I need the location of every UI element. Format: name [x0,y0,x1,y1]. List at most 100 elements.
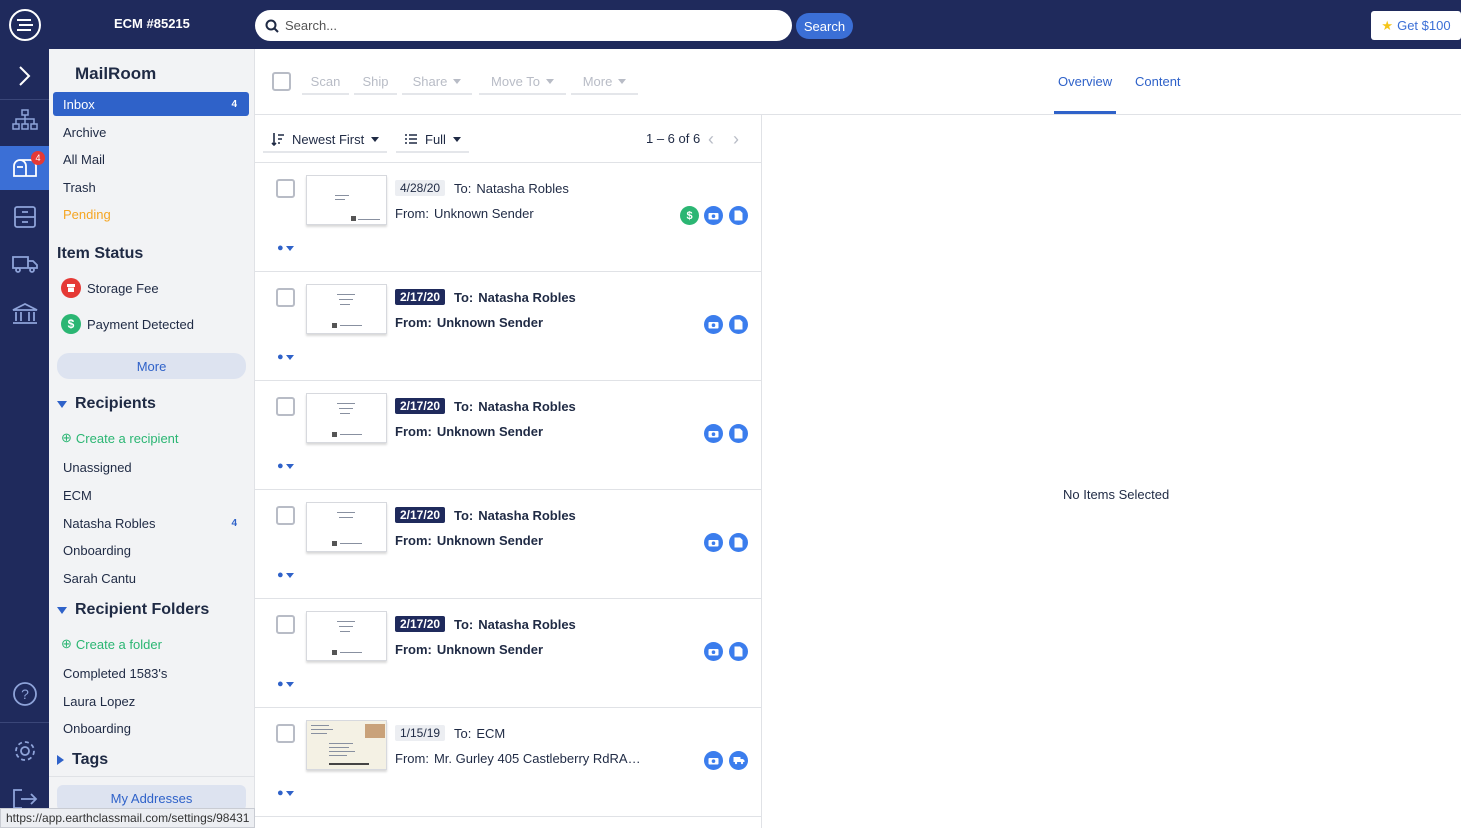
sort-dropdown[interactable]: Newest First [263,127,388,153]
folder-completed-1583s[interactable]: Completed 1583's [53,661,249,685]
to-value: Natasha Robles [478,617,576,632]
help-icon: ? [12,682,37,706]
mail-date: 4/28/20 [395,180,446,196]
sidebar-item-all-mail[interactable]: All Mail [53,147,249,171]
mail-row[interactable]: 4/28/20 To: Natasha Robles From: Unknown S… [255,163,761,272]
logout-icon [12,789,37,809]
select-all-checkbox[interactable] [272,72,291,91]
storage-fee-icon [61,278,81,298]
ship-button[interactable]: Ship [354,69,397,95]
camera-icon[interactable] [704,533,723,552]
tags-header[interactable]: Tags [57,751,108,769]
camera-icon[interactable] [704,642,723,661]
camera-icon[interactable] [704,206,723,225]
view-dropdown[interactable]: Full [396,127,469,153]
search-button[interactable]: Search [796,13,853,39]
search-bar[interactable] [255,10,792,41]
mail-row[interactable]: 1/15/19 To: ECM From: Mr. Gurley 405 Castl… [255,708,761,817]
document-icon[interactable] [729,533,748,552]
sidebar-item-inbox[interactable]: Inbox 4 [53,92,249,116]
mail-row[interactable]: 2/17/20 To: Natasha Robles From: Unknown S… [255,490,761,599]
move-to-button[interactable]: Move To [479,69,566,95]
more-actions-button[interactable]: More [571,69,638,95]
rail-help[interactable]: ? [0,672,49,716]
rail-bank[interactable] [0,292,49,336]
scan-button[interactable]: Scan [302,69,349,95]
tag-dropdown[interactable]: ● [277,351,294,363]
envelope-thumbnail[interactable] [306,393,387,443]
camera-icon[interactable] [704,315,723,334]
envelope-thumbnail[interactable] [306,284,387,334]
row-checkbox[interactable] [276,397,295,416]
rail-settings[interactable] [0,729,49,773]
next-page-icon[interactable]: › [733,129,739,150]
row-checkbox[interactable] [276,615,295,634]
tag-dropdown[interactable]: ● [277,678,294,690]
row-checkbox[interactable] [276,506,295,525]
status-payment-detected[interactable]: $ Payment Detected [61,312,254,336]
sidebar-item-trash[interactable]: Trash [53,175,249,199]
search-input[interactable] [285,18,765,33]
folder-laura-lopez[interactable]: Laura Lopez [53,689,249,713]
envelope-thumbnail[interactable] [306,175,387,225]
mail-from: From: Unknown Sender [395,424,543,439]
mail-row[interactable]: 2/17/20 To: Natasha Robles From: Unknown S… [255,272,761,381]
sidebar-item-pending[interactable]: Pending [53,202,249,226]
recipients-header[interactable]: Recipients [57,395,156,413]
rail-shipping[interactable] [0,242,49,286]
envelope-thumbnail[interactable] [306,502,387,552]
sidebar-item-archive[interactable]: Archive [53,120,249,144]
rail-mailroom[interactable]: 4 [0,146,49,190]
tag-dropdown[interactable]: ● [277,242,294,254]
envelope-thumbnail[interactable] [306,720,387,770]
create-recipient-link[interactable]: ⊕ Create a recipient [61,430,179,446]
from-value: Unknown Sender [436,315,544,330]
app-logo-icon[interactable] [0,0,49,49]
status-storage-fee[interactable]: Storage Fee [61,276,254,300]
recipient-ecm[interactable]: ECM [53,483,249,507]
to-value: Natasha Robles [476,181,569,196]
inbox-count: 4 [231,98,237,110]
sidebar-item-label: Trash [63,179,96,195]
camera-icon[interactable] [704,424,723,443]
tab-overview[interactable]: Overview [1058,74,1112,89]
prev-page-icon[interactable]: ‹ [708,129,714,150]
share-button[interactable]: Share [402,69,472,95]
tag-dropdown[interactable]: ● [277,460,294,472]
icon-rail: 4 ? [0,49,49,828]
document-icon[interactable] [729,315,748,334]
more-statuses-button[interactable]: More [57,353,246,379]
envelope-thumbnail[interactable] [306,611,387,661]
active-tab-indicator [1054,111,1116,114]
expand-nav-button[interactable] [0,54,49,98]
row-checkbox[interactable] [276,288,295,307]
camera-icon[interactable] [704,751,723,770]
recipient-folders-header[interactable]: Recipient Folders [57,601,209,619]
tag-dropdown[interactable]: ● [277,569,294,581]
recipient-sarah-cantu[interactable]: Sarah Cantu [53,566,249,590]
mail-badge: 4 [31,151,45,165]
tag-dropdown[interactable]: ● [277,787,294,799]
pagination-text: 1 – 6 of 6 [646,131,701,146]
create-folder-link[interactable]: ⊕ Create a folder [61,636,162,652]
from-label: From: [395,642,432,657]
recipient-onboarding[interactable]: Onboarding [53,538,249,562]
row-checkbox[interactable] [276,724,295,743]
caret-down-icon [57,400,67,408]
folder-onboarding[interactable]: Onboarding [53,716,249,740]
item-status-heading: Item Status [57,245,144,262]
document-icon[interactable] [729,206,748,225]
rail-storage[interactable] [0,195,49,239]
document-icon[interactable] [729,642,748,661]
recipient-natasha-robles[interactable]: Natasha Robles 4 [53,511,249,535]
tab-content[interactable]: Content [1135,74,1181,89]
row-checkbox[interactable] [276,179,295,198]
mail-row[interactable]: 2/17/20 To: Natasha Robles From: Unknown S… [255,599,761,708]
mail-to: To: Natasha Robles [454,181,569,196]
recipient-unassigned[interactable]: Unassigned [53,455,249,479]
truck-icon[interactable] [729,751,748,770]
document-icon[interactable] [729,424,748,443]
rail-org-chart[interactable] [0,98,49,142]
mail-row[interactable]: 2/17/20 To: Natasha Robles From: Unknown S… [255,381,761,490]
promo-button[interactable]: ★ Get $100 [1371,11,1461,40]
